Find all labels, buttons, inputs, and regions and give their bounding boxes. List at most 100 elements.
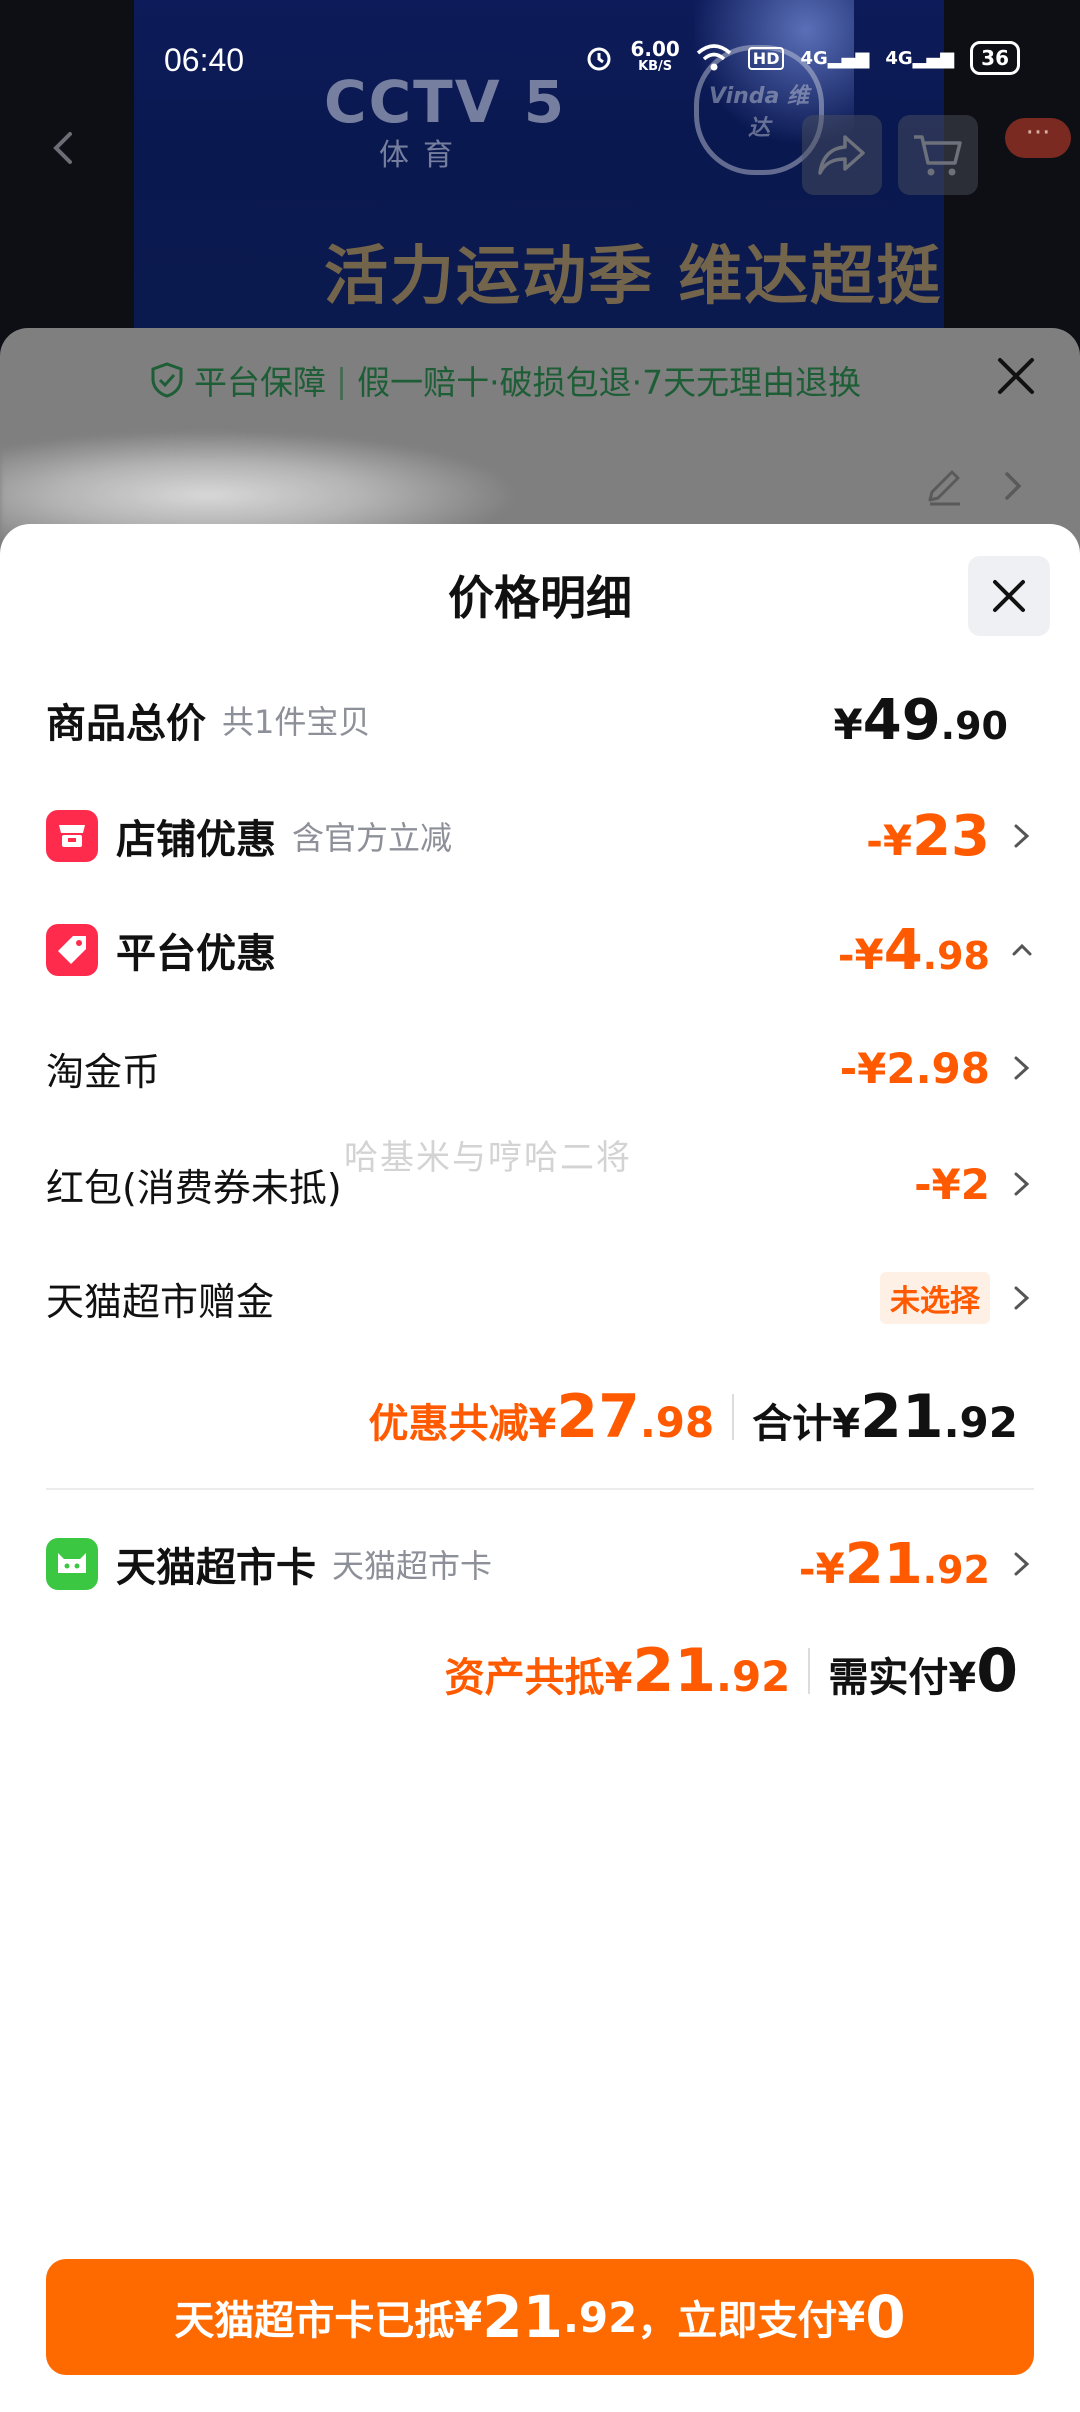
chevron-right-icon xyxy=(1014,824,1030,848)
platform-int: 4 xyxy=(883,917,923,983)
pay-button-yen2: ¥ xyxy=(837,2294,866,2340)
tmall-gift-status: 未选择 xyxy=(880,1272,990,1324)
taojinbi-label: 淘金币 xyxy=(46,1049,161,1094)
total-price-amount: ¥ 49 .90 xyxy=(834,688,1009,753)
chevron-right-icon xyxy=(1014,1286,1030,1310)
cart-icon xyxy=(914,135,962,176)
pay-button-amt-int: 21 xyxy=(482,2283,563,2351)
watermark: 哈基米与哼哈二将 xyxy=(344,1138,632,1178)
battery-icon: 36 xyxy=(970,41,1020,75)
tmall-gift-status-wrap: 未选择 xyxy=(880,1272,990,1324)
pay-button-yen1: ¥ xyxy=(454,2294,483,2340)
tmall-card-row[interactable]: 天猫超市卡 天猫超市卡 - ¥ 21 .92 xyxy=(46,1524,1034,1604)
chevron-right-icon xyxy=(1014,1172,1030,1196)
pay-button-amt-dec: .92 xyxy=(562,2292,638,2342)
pay-button-middle: ，立即支付 xyxy=(637,2298,838,2344)
share-icon xyxy=(818,135,865,175)
store-discount-row[interactable]: 店铺优惠 含官方立减 - ¥ 23 xyxy=(46,796,1034,876)
status-bar: 06:40 6.00 KB/S HD 4G▂▄▆ 4G▂▄▆ 36 xyxy=(0,0,1080,120)
status-icons: 6.00 KB/S HD 4G▂▄▆ 4G▂▄▆ 36 xyxy=(584,37,1020,76)
signal-icon-2: 4G▂▄▆ xyxy=(885,47,955,69)
pay-due-yen: ¥ xyxy=(948,1655,977,1701)
subtotal-label: 合计 xyxy=(752,1401,833,1447)
subtotal-int: 21 xyxy=(860,1382,944,1452)
tmall-card-label: 天猫超市卡 xyxy=(116,1545,316,1591)
banner-channel-sub: 体育 xyxy=(379,138,467,173)
summary-divider xyxy=(732,1394,735,1440)
discount-summary: 优惠共减 ¥ 27 .98 合计 ¥ 21 .92 xyxy=(369,1382,1019,1452)
store-minus: - xyxy=(866,818,883,865)
guarantee-text: 假一赔十·破损包退·7天无理由退换 xyxy=(357,363,862,402)
guarantee-divider: | xyxy=(336,360,348,400)
pay-due-label: 需实付 xyxy=(828,1655,949,1701)
subtotal-yen: ¥ xyxy=(832,1401,861,1447)
store-discount-label: 店铺优惠 xyxy=(116,817,276,863)
red-packet-label: 红包(消费券未抵) xyxy=(46,1165,342,1210)
sheet-close-button[interactable] xyxy=(968,556,1050,636)
pay-now-button[interactable]: 天猫超市卡已抵 ¥ 21 .92 ，立即支付 ¥ 0 xyxy=(46,2259,1034,2375)
discount-dec: .98 xyxy=(639,1398,715,1447)
subtotal-dec: .92 xyxy=(943,1398,1018,1447)
platform-discount-amount: - ¥ 4 .98 xyxy=(838,918,990,983)
close-icon xyxy=(993,580,1025,612)
platform-guarantee: 平台保障 | 假一赔十·破损包退·7天无理由退换 xyxy=(150,356,861,404)
guarantee-title: 平台保障 xyxy=(194,363,326,402)
asset-int: 21 xyxy=(632,1636,717,1706)
wifi-icon xyxy=(696,44,731,71)
total-yen: ¥ xyxy=(833,699,863,749)
hd-icon: HD xyxy=(747,46,785,70)
back-icon[interactable] xyxy=(44,128,84,168)
card-dec: .92 xyxy=(922,1547,990,1592)
pay-button-prefix: 天猫超市卡已抵 xyxy=(174,2298,455,2344)
pay-due-int: 0 xyxy=(976,1636,1018,1706)
total-price-label: 商品总价 xyxy=(46,701,206,747)
asset-yen: ¥ xyxy=(604,1655,633,1701)
total-price-sub: 共1件宝贝 xyxy=(222,703,371,741)
tmall-card-amount: - ¥ 21 .92 xyxy=(799,1532,990,1597)
store-icon xyxy=(46,810,98,862)
sheet-title: 价格明细 xyxy=(448,571,632,625)
tmall-gift-label: 天猫超市赠金 xyxy=(46,1279,275,1324)
total-price-row: 商品总价 共1件宝贝 ¥ 49 .90 xyxy=(46,680,1034,760)
taojinbi-row[interactable]: 淘金币 -¥2.98 xyxy=(46,1028,1034,1108)
banner-slogan: 活力运动季 维达超挺你 xyxy=(324,240,943,314)
platform-discount-row[interactable]: 平台优惠 - ¥ 4 .98 xyxy=(46,910,1034,990)
store-discount-amount: - ¥ 23 xyxy=(866,804,990,869)
store-discount-sub: 含官方立减 xyxy=(292,819,453,857)
order-sheet-close-icon[interactable] xyxy=(990,350,1042,402)
platform-dec: .98 xyxy=(922,933,990,978)
status-time: 06:40 xyxy=(164,42,245,78)
total-int: 49 xyxy=(862,687,941,753)
chevron-right-icon xyxy=(1014,1056,1030,1080)
tmall-gift-row[interactable]: 天猫超市赠金 未选择 xyxy=(46,1258,1034,1338)
address-chevron-icon[interactable] xyxy=(998,466,1028,506)
share-button[interactable] xyxy=(802,115,882,195)
total-dec: .90 xyxy=(940,703,1008,748)
discount-yen: ¥ xyxy=(528,1401,557,1447)
red-packet-amount: -¥2 xyxy=(914,1159,990,1209)
asset-dec: .92 xyxy=(716,1652,791,1701)
cart-button[interactable] xyxy=(898,115,978,195)
net-speed: 6.00 KB/S xyxy=(630,37,680,74)
card-int: 21 xyxy=(844,1531,923,1597)
alarm-icon xyxy=(587,47,611,71)
shield-check-icon xyxy=(151,362,183,398)
price-detail-sheet: 价格明细 商品总价 共1件宝贝 ¥ 49 .90 店铺优惠 含官方立减 - ¥ … xyxy=(0,524,1080,2412)
platform-minus: - xyxy=(837,932,855,979)
tag-icon xyxy=(46,924,98,976)
asset-summary: 资产共抵 ¥ 21 .92 需实付 ¥ 0 xyxy=(445,1636,1018,1706)
tmall-card-sub: 天猫超市卡 xyxy=(332,1547,493,1585)
more-button[interactable]: ··· xyxy=(1005,118,1071,158)
platform-discount-label: 平台优惠 xyxy=(116,931,276,977)
store-int: 23 xyxy=(912,803,990,869)
chevron-right-icon xyxy=(1014,1552,1030,1576)
discount-int: 27 xyxy=(556,1382,640,1452)
summary-divider xyxy=(808,1648,811,1694)
signal-icon-1: 4G▂▄▆ xyxy=(800,47,870,69)
chevron-up-icon xyxy=(1012,943,1032,956)
edit-icon[interactable] xyxy=(922,464,966,508)
section-divider xyxy=(46,1488,1034,1490)
card-minus: - xyxy=(798,1546,816,1593)
pay-button-pay-int: 0 xyxy=(865,2283,906,2351)
card-yen: ¥ xyxy=(815,1543,845,1593)
